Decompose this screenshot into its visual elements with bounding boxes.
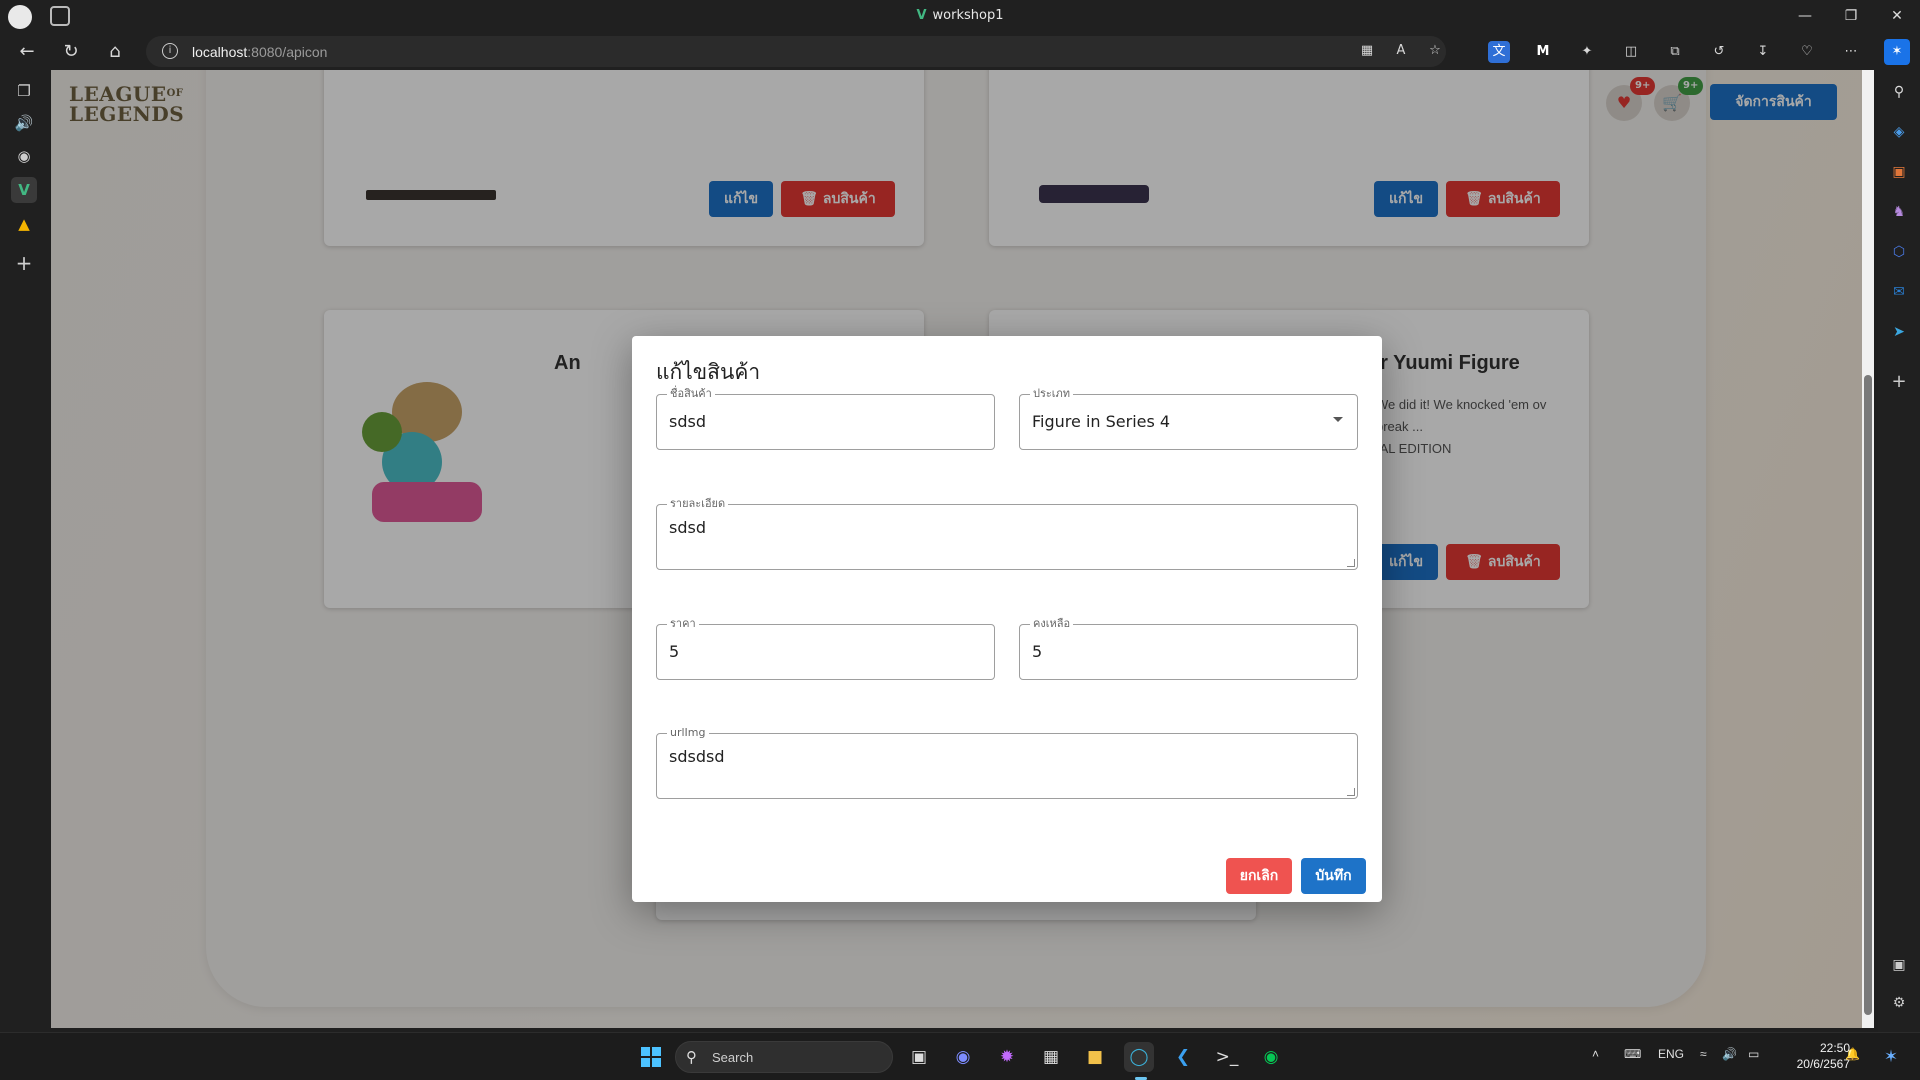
sidebar-microsoft365-icon[interactable]: ⬡ <box>1887 240 1911 264</box>
window-titlebar: Vworkshop1 — ❐ ✕ <box>0 0 1920 33</box>
vue-logo-icon: V <box>916 8 927 23</box>
product-type-label: ประเภท <box>1030 387 1074 401</box>
notifications-bell-icon[interactable]: 🔔 <box>1845 1047 1860 1061</box>
store-icon[interactable]: ▦ <box>1036 1042 1066 1072</box>
line-app-icon[interactable]: ◉ <box>1256 1042 1286 1072</box>
translate-extension-icon[interactable]: 文 <box>1488 41 1510 63</box>
more-menu-icon[interactable]: ⋯ <box>1840 41 1862 63</box>
edge-sidebar: ⚲ ◈ ▣ ♞ ⬡ ✉ ➤ + ▣ ⚙ <box>1878 70 1920 1032</box>
sidebar-add-icon[interactable]: + <box>1887 370 1911 394</box>
product-name-label: ชื่อสินค้า <box>667 387 715 401</box>
messenger-icon[interactable]: ✹ <box>992 1042 1022 1072</box>
product-type-select[interactable]: ประเภท Figure in Series 4 <box>1019 387 1358 450</box>
copilot-icon[interactable]: ✶ <box>1884 39 1910 65</box>
app-available-icon[interactable]: ▦ <box>1356 40 1378 62</box>
stock-field[interactable]: คงเหลือ 5 <box>1019 617 1358 680</box>
sidebar-screenshot-icon[interactable]: ▣ <box>1887 953 1911 977</box>
back-icon[interactable]: ← <box>14 39 40 65</box>
product-name-value: sdsd <box>669 412 706 431</box>
file-explorer-icon[interactable]: ■ <box>1080 1042 1110 1072</box>
product-detail-label: รายละเอียด <box>667 497 729 511</box>
dialog-title: แก้ไขสินค้า <box>656 360 761 384</box>
price-value: 5 <box>669 642 680 661</box>
system-clock[interactable]: 22:50 20/6/2567 <box>1770 1040 1850 1072</box>
split-screen-icon[interactable]: ◫ <box>1620 41 1642 63</box>
discord-icon[interactable]: ◉ <box>948 1042 978 1072</box>
tab-drive-icon[interactable]: ▲ <box>11 211 37 237</box>
image-url-textarea[interactable]: urlImg sdsdsd <box>656 726 1358 799</box>
product-detail-value: sdsd <box>669 518 706 537</box>
collections-icon[interactable]: ⧉ <box>1664 41 1686 63</box>
sidebar-tools-icon[interactable]: ▣ <box>1887 160 1911 184</box>
taskbar-search[interactable]: ⚲ Search <box>675 1041 893 1073</box>
sidebar-telegram-icon[interactable]: ➤ <box>1887 320 1911 344</box>
product-name-field[interactable]: ชื่อสินค้า sdsd <box>656 387 995 450</box>
edit-product-dialog: แก้ไขสินค้า ชื่อสินค้า sdsd ประเภท Figur… <box>632 336 1382 902</box>
malwarebytes-extension-icon[interactable]: M <box>1532 41 1554 63</box>
resize-grip-icon[interactable] <box>1347 559 1355 567</box>
volume-icon[interactable]: 🔊 <box>1722 1047 1737 1061</box>
save-button[interactable]: บันทึก <box>1301 858 1366 894</box>
vscode-icon[interactable]: ❮ <box>1168 1042 1198 1072</box>
stock-label: คงเหลือ <box>1030 617 1074 631</box>
sidebar-search-icon[interactable]: ⚲ <box>1887 80 1911 104</box>
scrollbar-thumb[interactable] <box>1864 375 1872 1015</box>
keyboard-icon[interactable]: ⌨ <box>1624 1047 1641 1061</box>
sidebar-shopping-icon[interactable]: ◈ <box>1887 120 1911 144</box>
search-icon: ⚲ <box>686 1048 697 1066</box>
refresh-icon[interactable]: ↻ <box>58 39 84 65</box>
resize-grip-icon[interactable] <box>1347 788 1355 796</box>
cancel-button[interactable]: ยกเลิก <box>1226 858 1292 894</box>
tab-vue-icon[interactable]: V <box>11 177 37 203</box>
tab-actions-icon[interactable]: ❐ <box>11 78 37 104</box>
window-title: Vworkshop1 <box>916 8 1004 23</box>
site-info-icon[interactable]: i <box>162 43 178 59</box>
price-label: ราคา <box>667 617 699 631</box>
downloads-icon[interactable]: ↧ <box>1752 41 1774 63</box>
task-view-icon[interactable]: ▣ <box>904 1042 934 1072</box>
vertical-tabs-bar: ❐ 🔊 ◉ V ▲ + <box>0 70 50 1032</box>
dropdown-arrow-icon <box>1333 417 1343 422</box>
tab-audio-icon[interactable]: 🔊 <box>11 110 37 136</box>
url-text: localhost:8080/apicon <box>192 44 328 60</box>
stock-value: 5 <box>1032 642 1043 661</box>
sidebar-settings-icon[interactable]: ⚙ <box>1887 991 1911 1015</box>
battery-icon[interactable]: ▭ <box>1748 1047 1759 1061</box>
read-aloud-icon[interactable]: A <box>1390 40 1412 62</box>
sidebar-games-icon[interactable]: ♞ <box>1887 200 1911 224</box>
page-scrollbar[interactable] <box>1862 70 1874 1028</box>
product-detail-textarea[interactable]: รายละเอียด sdsd <box>656 497 1358 570</box>
history-icon[interactable]: ↺ <box>1708 41 1730 63</box>
windows-taskbar: ⚲ Search ▣ ◉ ✹ ▦ ■ ◯ ❮ >_ ◉ ˄ ⌨ ENG ≈ 🔊 … <box>0 1032 1920 1080</box>
language-indicator[interactable]: ENG <box>1658 1047 1684 1061</box>
minimize-button[interactable]: — <box>1782 0 1828 33</box>
start-button-icon[interactable] <box>636 1042 666 1072</box>
address-bar[interactable]: i localhost:8080/apicon ▦ A ☆ <box>146 36 1446 67</box>
tab-github-icon[interactable]: ◉ <box>11 143 37 169</box>
product-type-value: Figure in Series 4 <box>1032 412 1171 431</box>
page-viewport: LEAGUEOF LEGENDS ♥ 9+ 🛒 9+ จัดการสินค้า … <box>51 70 1862 1028</box>
copilot-taskbar-icon[interactable]: ✶ <box>1876 1042 1906 1072</box>
wifi-icon[interactable]: ≈ <box>1700 1047 1707 1061</box>
show-hidden-icons-icon[interactable]: ˄ <box>1592 1047 1599 1061</box>
close-button[interactable]: ✕ <box>1874 0 1920 33</box>
browser-toolbar: ← ↻ ⌂ i localhost:8080/apicon ▦ A ☆ 文 M … <box>0 33 1920 70</box>
terminal-icon[interactable]: >_ <box>1212 1042 1242 1072</box>
image-url-label: urlImg <box>667 726 709 740</box>
edge-browser-icon[interactable]: ◯ <box>1124 1042 1154 1072</box>
price-field[interactable]: ราคา 5 <box>656 617 995 680</box>
home-icon[interactable]: ⌂ <box>102 39 128 65</box>
extensions-icon[interactable]: ✦ <box>1576 41 1598 63</box>
browser-essentials-icon[interactable]: ♡ <box>1796 41 1818 63</box>
new-tab-icon[interactable]: + <box>11 250 37 276</box>
sidebar-outlook-icon[interactable]: ✉ <box>1887 280 1911 304</box>
restore-button[interactable]: ❐ <box>1828 0 1874 33</box>
favorite-star-icon[interactable]: ☆ <box>1424 40 1446 62</box>
image-url-value: sdsdsd <box>669 747 725 766</box>
